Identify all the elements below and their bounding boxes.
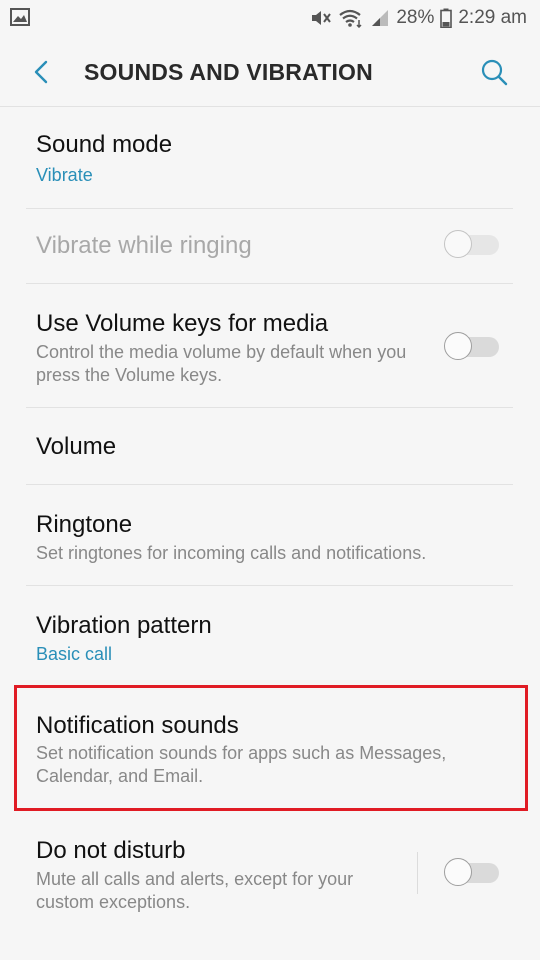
volume-keys-toggle[interactable] xyxy=(444,332,500,362)
do-not-disturb-toggle[interactable] xyxy=(444,858,500,888)
wifi-icon xyxy=(339,9,362,28)
setting-title: Sound mode xyxy=(36,131,173,158)
setting-sound-mode[interactable]: Sound mode Vibrate xyxy=(0,107,540,208)
setting-vibrate-while-ringing: Vibrate while ringing xyxy=(0,209,540,282)
setting-title: Ringtone xyxy=(36,511,133,538)
clock: 2:29 am xyxy=(458,7,527,28)
gallery-notification-icon xyxy=(10,8,30,26)
mute-vibrate-icon xyxy=(312,11,332,25)
setting-do-not-disturb[interactable]: Do not disturb Mute all calls and alerts… xyxy=(0,812,540,932)
setting-volume-keys-for-media[interactable]: Use Volume keys for media Control the me… xyxy=(0,284,540,407)
toggle-thumb xyxy=(444,332,472,360)
setting-ringtone[interactable]: Ringtone Set ringtones for incoming call… xyxy=(0,485,540,585)
toggle-thumb xyxy=(444,230,472,258)
setting-description: Control the media volume by default when… xyxy=(36,342,407,385)
setting-value: Basic call xyxy=(36,644,113,664)
search-icon[interactable] xyxy=(476,54,512,90)
setting-volume[interactable]: Volume xyxy=(0,408,540,484)
setting-title: Vibration pattern xyxy=(36,612,212,639)
battery-percent: 28% xyxy=(396,7,435,28)
app-bar: SOUNDS AND VIBRATION xyxy=(0,36,540,107)
highlight-box xyxy=(14,685,528,811)
setting-title: Use Volume keys for media xyxy=(36,310,329,337)
page-title: SOUNDS AND VIBRATION xyxy=(84,59,373,85)
setting-vibration-pattern[interactable]: Vibration pattern Basic call xyxy=(0,586,540,686)
signal-icon xyxy=(372,10,389,26)
battery-icon xyxy=(440,8,453,28)
vertical-separator xyxy=(417,852,418,894)
setting-title: Do not disturb xyxy=(36,837,186,864)
toggle-thumb xyxy=(444,858,472,886)
setting-description: Mute all calls and alerts, except for yo… xyxy=(36,869,354,912)
setting-description: Set ringtones for incoming calls and not… xyxy=(36,543,427,563)
status-bar: 28% 2:29 am xyxy=(0,0,540,36)
setting-value: Vibrate xyxy=(36,165,93,185)
setting-title: Vibrate while ringing xyxy=(36,232,252,259)
back-arrow-icon[interactable] xyxy=(24,54,60,90)
setting-title: Volume xyxy=(36,433,117,460)
vibrate-while-ringing-toggle xyxy=(444,230,500,260)
status-icons: 28% 2:29 am xyxy=(310,5,527,31)
